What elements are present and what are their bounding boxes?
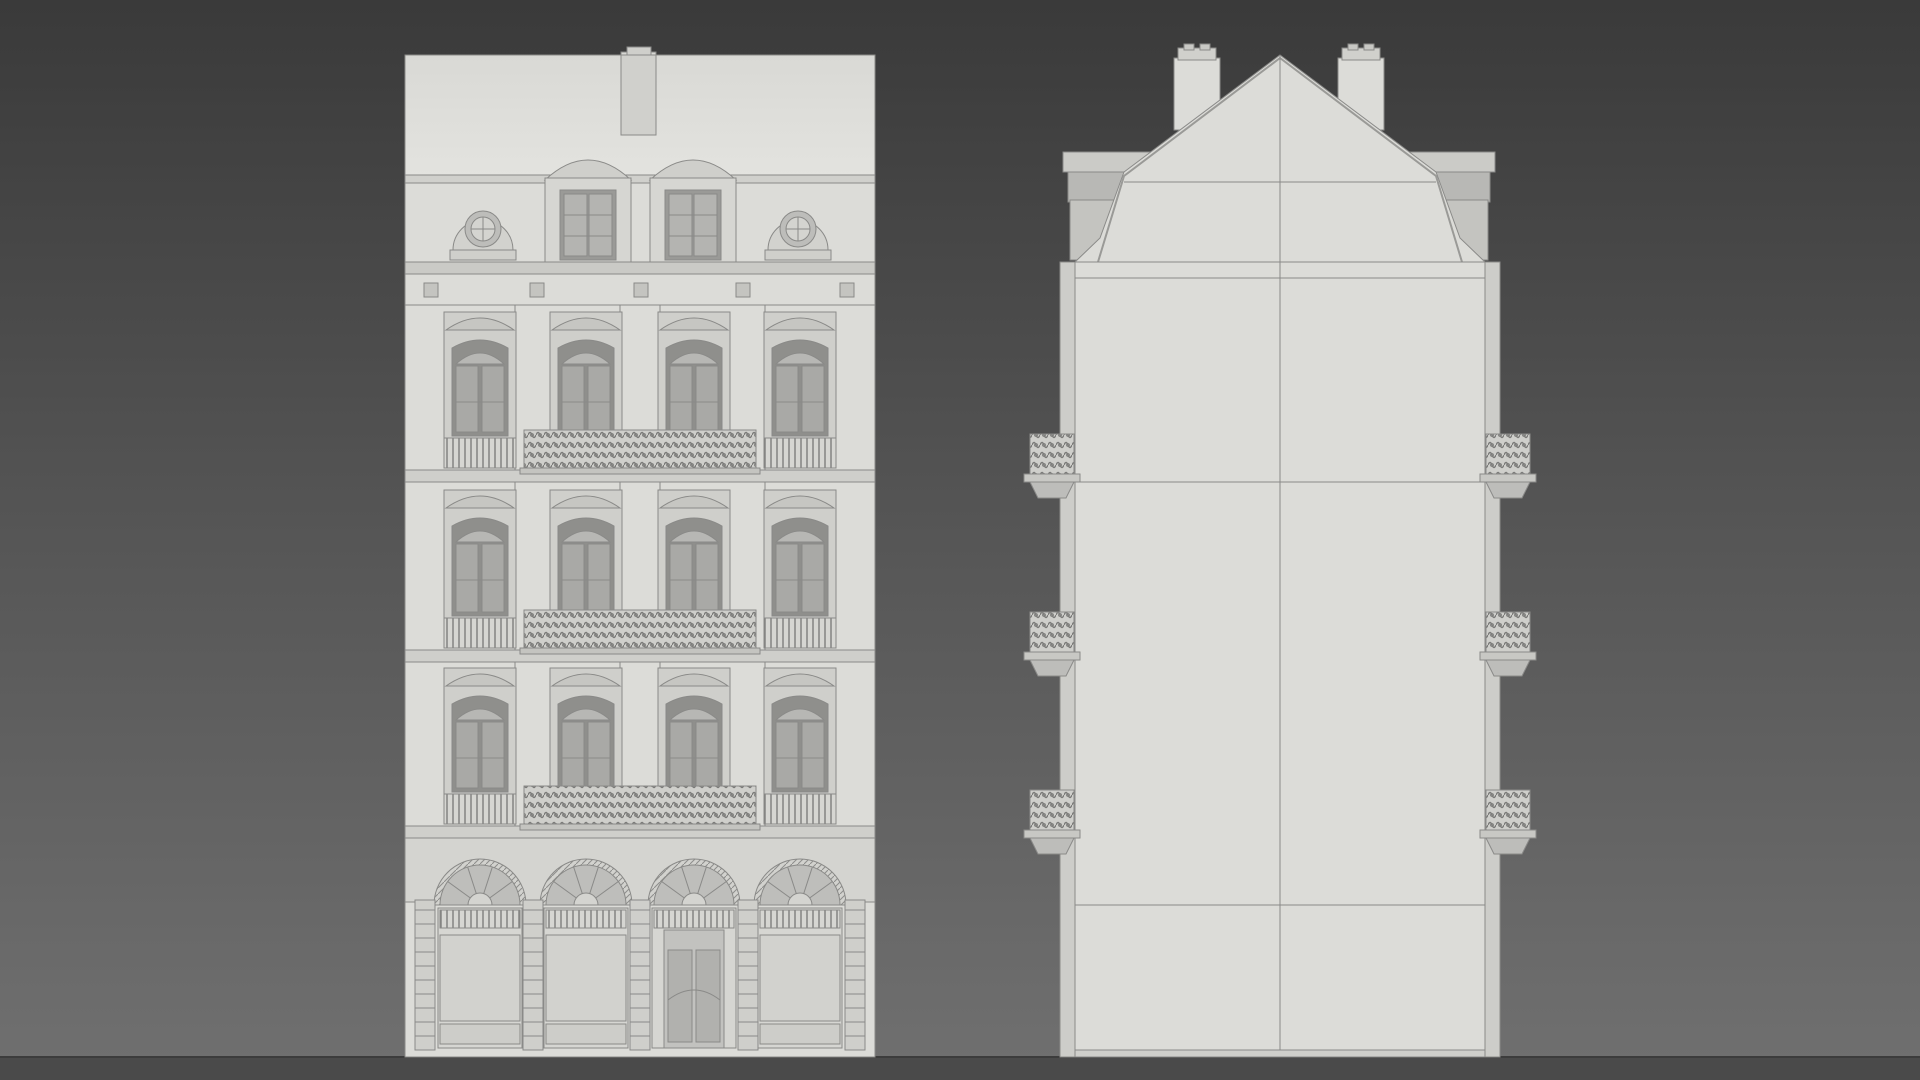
pilaster — [414, 899, 436, 1051]
pilaster — [522, 899, 544, 1051]
front-window — [763, 311, 837, 441]
background — [0, 0, 1920, 1080]
elevation-render — [0, 0, 1920, 1080]
front-window — [763, 667, 837, 797]
front-window — [657, 489, 731, 621]
pilaster — [844, 899, 866, 1051]
shop-arch — [539, 858, 633, 1049]
front-dormer-right — [648, 159, 738, 263]
pilaster — [737, 899, 759, 1051]
balcony-railing-ornate — [523, 785, 757, 825]
front-dormer-left — [543, 159, 633, 263]
balcony-railing — [443, 617, 517, 649]
front-window — [443, 311, 517, 441]
balcony-railing-ornate — [523, 609, 757, 649]
front-window — [549, 667, 623, 797]
front-window — [443, 489, 517, 621]
balcony-railing-ornate — [523, 429, 757, 469]
front-window — [549, 311, 623, 441]
front-window — [549, 489, 623, 621]
ground-plane — [0, 1057, 1920, 1080]
balcony-railing — [443, 793, 517, 825]
side-elevation — [1059, 43, 1501, 1058]
pilaster — [629, 899, 651, 1051]
front-window — [657, 311, 731, 441]
front-window — [443, 667, 517, 797]
front-window — [763, 489, 837, 621]
entrance-arch — [647, 858, 741, 1049]
shop-arch — [433, 858, 527, 1049]
front-ground-floor — [404, 837, 876, 1051]
balcony-railing — [763, 437, 837, 469]
render-viewport — [0, 0, 1920, 1080]
balcony-railing — [443, 437, 517, 469]
front-window — [657, 667, 731, 797]
shop-arch — [753, 858, 847, 1049]
balcony-railing — [763, 617, 837, 649]
balcony-railing — [763, 793, 837, 825]
